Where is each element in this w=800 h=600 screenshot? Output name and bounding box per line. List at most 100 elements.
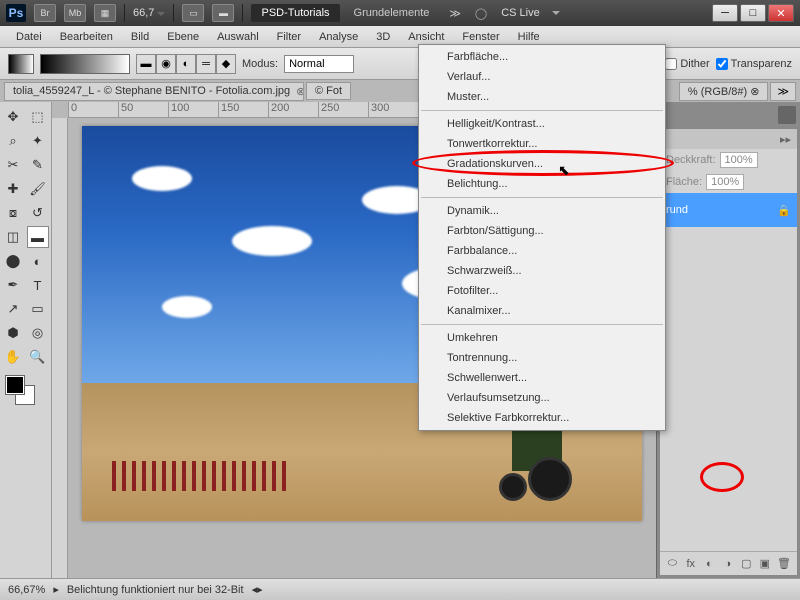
dd-dynamik[interactable]: Dynamik... [419, 201, 665, 221]
maximize-button[interactable]: □ [740, 4, 766, 22]
viewextras-button[interactable]: ▭ [182, 4, 204, 22]
move-tool[interactable]: ✥ [2, 106, 24, 128]
menubar: Datei Bearbeiten Bild Ebene Auswahl Filt… [0, 26, 800, 48]
dd-selektive[interactable]: Selektive Farbkorrektur... [419, 408, 665, 428]
shape-tool[interactable]: ▭ [27, 298, 49, 320]
menu-auswahl[interactable]: Auswahl [209, 28, 267, 46]
panel-toggle-icon[interactable] [778, 106, 796, 124]
close-button[interactable]: ✕ [768, 4, 794, 22]
dd-farbflaeche[interactable]: Farbfläche... [419, 47, 665, 67]
workspace-grundelemente[interactable]: Grundelemente [348, 4, 436, 22]
titlebar: Ps Br Mb ▦ 66,7 ▭ ▬ PSD-Tutorials Grunde… [0, 0, 800, 26]
modus-select[interactable]: Normal [284, 55, 354, 73]
new-layer-icon[interactable]: ▣ [759, 556, 772, 572]
dd-tonwertkorrektur[interactable]: Tonwertkorrektur... [419, 134, 665, 154]
menu-datei[interactable]: Datei [8, 28, 50, 46]
layer-row[interactable]: rund 🔒 [660, 193, 797, 227]
menu-hilfe[interactable]: Hilfe [510, 28, 548, 46]
dodge-tool[interactable]: ◐ [27, 250, 49, 272]
folder-icon[interactable]: ▢ [740, 556, 753, 572]
document-tab-1[interactable]: tolia_4559247_L - © Stephane BENITO - Fo… [4, 82, 304, 101]
dd-tontrennung[interactable]: Tontrennung... [419, 348, 665, 368]
panel-menu-icon[interactable]: ▸▸ [780, 133, 791, 146]
dd-farbbalance[interactable]: Farbbalance... [419, 241, 665, 261]
wand-tool[interactable]: ✦ [27, 130, 49, 152]
dd-schwarzweiss[interactable]: Schwarzweiß... [419, 261, 665, 281]
color-swatches[interactable] [2, 376, 49, 406]
document-tab-2[interactable]: © Fot [306, 82, 351, 100]
dd-verlauf[interactable]: Verlauf... [419, 67, 665, 87]
blur-tool[interactable]: ⬤ [2, 250, 24, 272]
heal-tool[interactable]: ✚ [2, 178, 24, 200]
document-tab-3[interactable]: % (RGB/8#) ⊗ [679, 82, 769, 101]
menu-analyse[interactable]: Analyse [311, 28, 366, 46]
menu-ansicht[interactable]: Ansicht [400, 28, 452, 46]
gradient-reflected[interactable]: ═ [196, 54, 216, 74]
dd-helligkeit[interactable]: Helligkeit/Kontrast... [419, 114, 665, 134]
minibridge-button[interactable]: Mb [64, 4, 86, 22]
dither-checkbox[interactable]: Dither [665, 58, 709, 70]
bridge-button[interactable]: Br [34, 4, 56, 22]
gradient-linear[interactable]: ▬ [136, 54, 156, 74]
menu-ebene[interactable]: Ebene [159, 28, 207, 46]
toolbox: ✥ ⬚ ⌕ ✦ ✂ ✎ ✚ 🖌 ⧇ ↺ ◫ ▬ ⬤ ◐ ✒ T ↗ ▭ ⬢ ◎ … [0, 102, 52, 578]
tab-overflow[interactable]: ≫ [770, 82, 796, 101]
link-icon[interactable]: ⬭ [666, 556, 679, 572]
menu-bild[interactable]: Bild [123, 28, 157, 46]
gradient-radial[interactable]: ◉ [156, 54, 176, 74]
eyedropper-tool[interactable]: ✎ [27, 154, 49, 176]
flaeche-value[interactable]: 100% [706, 174, 744, 190]
gradient-tool[interactable]: ▬ [27, 226, 49, 248]
type-tool[interactable]: T [27, 274, 49, 296]
tool-preset[interactable] [8, 54, 34, 74]
dd-gradationskurven[interactable]: Gradationskurven... [419, 154, 665, 174]
gradient-preview[interactable] [40, 54, 130, 74]
3d-camera-tool[interactable]: ◎ [27, 322, 49, 344]
minimize-button[interactable]: ─ [712, 4, 738, 22]
workspace-more[interactable]: ≫ [443, 4, 467, 23]
status-zoom[interactable]: 66,67% [8, 584, 45, 596]
transparenz-checkbox[interactable]: Transparenz [716, 58, 792, 70]
path-tool[interactable]: ↗ [2, 298, 24, 320]
lock-icon: 🔒 [777, 204, 791, 217]
trash-icon[interactable]: 🗑 [777, 556, 791, 572]
marquee-tool[interactable]: ⬚ [27, 106, 49, 128]
dd-verlaufsumsetzung[interactable]: Verlaufsumsetzung... [419, 388, 665, 408]
menu-filter[interactable]: Filter [269, 28, 309, 46]
fx-icon[interactable]: fx [685, 556, 698, 572]
menu-3d[interactable]: 3D [368, 28, 398, 46]
adjustment-layer-icon[interactable]: ◑ [722, 556, 735, 572]
close-tab-icon[interactable]: ⊗ [296, 85, 304, 98]
dd-muster[interactable]: Muster... [419, 87, 665, 107]
hand-tool[interactable]: ✋ [2, 346, 24, 368]
dd-belichtung[interactable]: Belichtung... [419, 174, 665, 194]
cslive-button[interactable]: CS Live [501, 7, 540, 19]
zoom-level[interactable]: 66,7 [133, 7, 165, 19]
gradient-diamond[interactable]: ◆ [216, 54, 236, 74]
lasso-tool[interactable]: ⌕ [2, 130, 24, 152]
pen-tool[interactable]: ✒ [2, 274, 24, 296]
deckkraft-value[interactable]: 100% [720, 152, 758, 168]
dd-farbton[interactable]: Farbton/Sättigung... [419, 221, 665, 241]
dd-schwellenwert[interactable]: Schwellenwert... [419, 368, 665, 388]
zoom-tool[interactable]: 🔍 [27, 346, 49, 368]
dd-kanalmixer[interactable]: Kanalmixer... [419, 301, 665, 321]
brush-tool[interactable]: 🖌 [27, 178, 49, 200]
dd-fotofilter[interactable]: Fotofilter... [419, 281, 665, 301]
screenmode-button[interactable]: ▬ [212, 4, 234, 22]
menu-fenster[interactable]: Fenster [454, 28, 507, 46]
eraser-tool[interactable]: ◫ [2, 226, 24, 248]
layout-button[interactable]: ▦ [94, 4, 116, 22]
layers-panel: ▸▸ Deckkraft:100% Fläche:100% rund 🔒 ⬭ f… [659, 128, 798, 576]
crop-tool[interactable]: ✂ [2, 154, 24, 176]
fg-color[interactable] [6, 376, 24, 394]
mask-icon[interactable]: ◐ [703, 556, 716, 572]
gradient-angle[interactable]: ◐ [176, 54, 196, 74]
workspace-psdtutorials[interactable]: PSD-Tutorials [251, 4, 339, 22]
history-tool[interactable]: ↺ [27, 202, 49, 224]
stamp-tool[interactable]: ⧇ [2, 202, 24, 224]
dd-umkehren[interactable]: Umkehren [419, 328, 665, 348]
statusbar: 66,67% ▸ Belichtung funktioniert nur bei… [0, 578, 800, 600]
3d-tool[interactable]: ⬢ [2, 322, 24, 344]
menu-bearbeiten[interactable]: Bearbeiten [52, 28, 121, 46]
